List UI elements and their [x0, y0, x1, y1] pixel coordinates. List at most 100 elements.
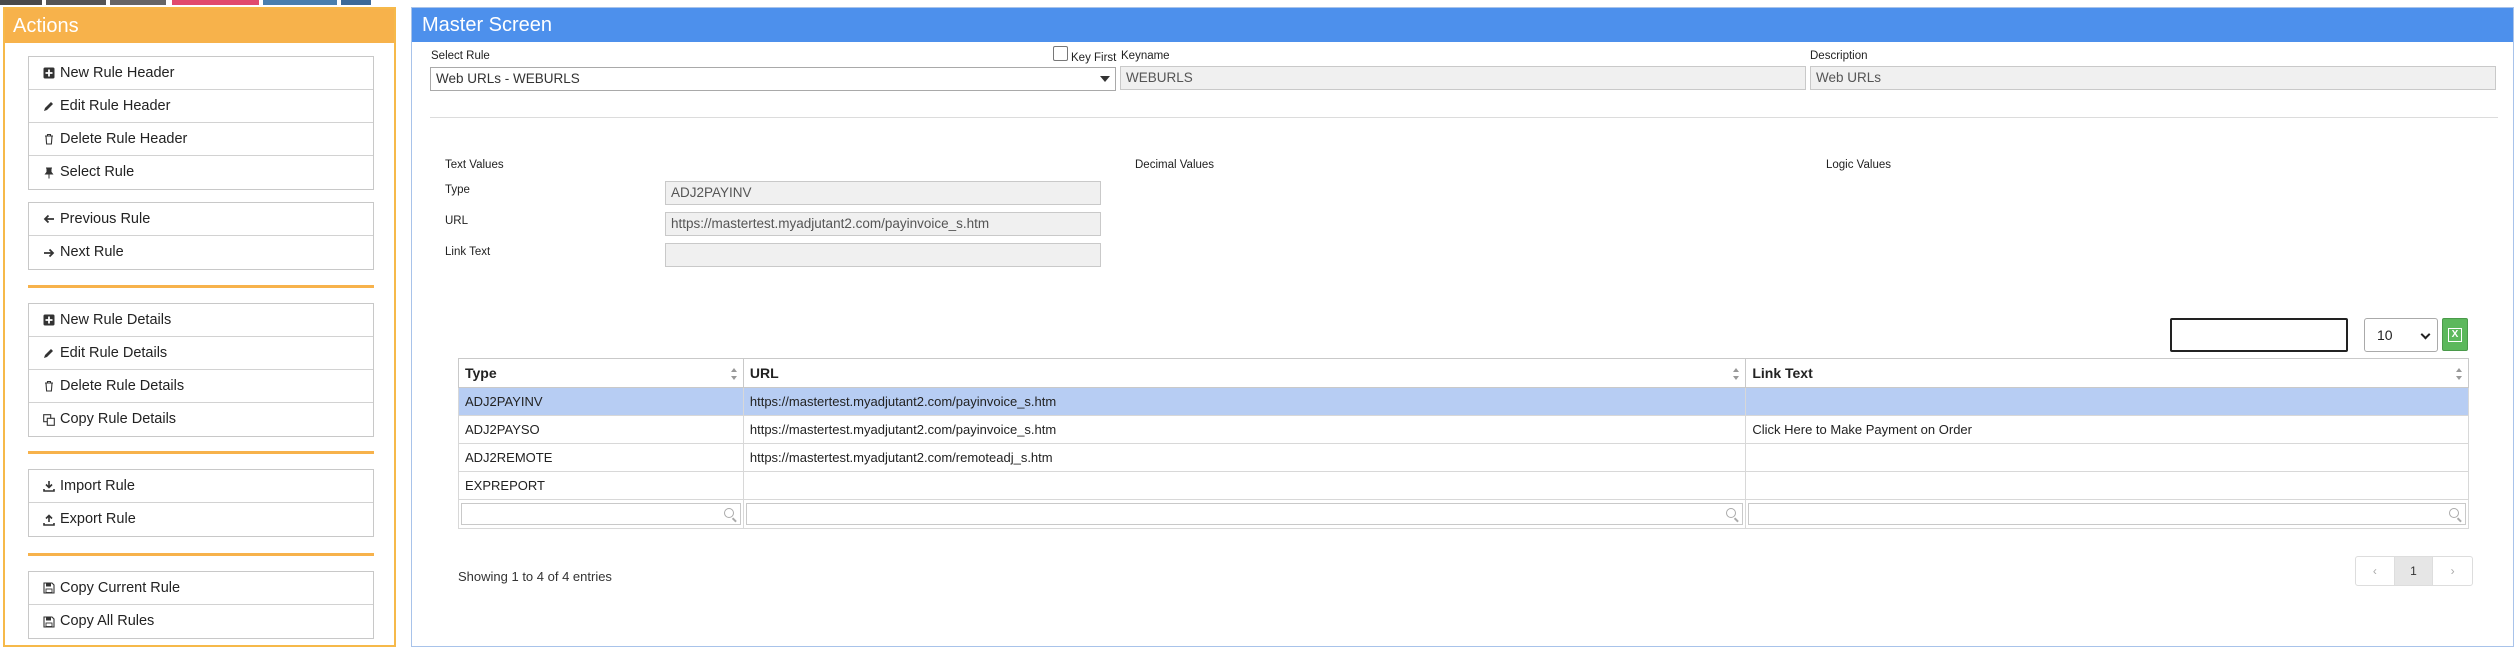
action-label: Next Rule: [60, 244, 124, 260]
filter-input-type[interactable]: [461, 503, 741, 525]
type-field[interactable]: ADJ2PAYINV: [665, 181, 1101, 205]
table-cell: ADJ2PAYINV: [458, 387, 744, 416]
description-field[interactable]: Web URLs: [1810, 66, 2496, 90]
column-header-url[interactable]: URL: [742, 358, 1747, 388]
filter-row: [458, 499, 2469, 529]
table-row[interactable]: EXPREPORT: [458, 471, 2469, 500]
actions-title: Actions: [5, 9, 394, 43]
previous-rule-button[interactable]: Previous Rule: [29, 203, 373, 236]
keyname-field[interactable]: WEBURLS: [1120, 66, 1806, 90]
action-label: New Rule Header: [60, 64, 175, 81]
sort-icon: [2456, 368, 2462, 380]
new-rule-header-button[interactable]: New Rule Header: [29, 57, 373, 90]
type-label: Type: [445, 184, 470, 196]
action-group-navigation: Previous Rule Next Rule: [28, 202, 374, 270]
divider: [430, 117, 2498, 118]
table-search-input[interactable]: [2170, 318, 2348, 352]
key-first-checkbox[interactable]: [1053, 46, 1068, 61]
download-icon: [43, 481, 55, 492]
copy-current-rule-button[interactable]: Copy Current Rule: [29, 572, 373, 605]
next-rule-button[interactable]: Next Rule: [29, 236, 373, 269]
action-label: Copy All Rules: [60, 613, 155, 629]
delete-rule-header-button[interactable]: Delete Rule Header: [29, 123, 373, 156]
chevron-down-icon: [1100, 76, 1110, 82]
delete-rule-details-button[interactable]: Delete Rule Details: [29, 370, 373, 403]
table-info: Showing 1 to 4 of 4 entries: [458, 569, 612, 584]
action-label: Delete Rule Details: [60, 377, 185, 394]
arrow-right-icon: [44, 248, 55, 257]
trash-icon: [45, 380, 53, 392]
table-cell: ADJ2REMOTE: [458, 443, 744, 472]
master-title: Master Screen: [412, 8, 2513, 42]
table-cell: [742, 471, 1747, 500]
edit-rule-details-button[interactable]: Edit Rule Details: [29, 337, 373, 370]
pagination-next[interactable]: ›: [2433, 557, 2472, 585]
top-tab[interactable]: [46, 0, 106, 5]
column-header-link-text[interactable]: Link Text: [1745, 358, 2469, 388]
table-row[interactable]: ADJ2PAYSO https://mastertest.myadjutant2…: [458, 415, 2469, 444]
export-rule-button[interactable]: Export Rule: [29, 503, 373, 536]
action-group-import-export: Import Rule Export Rule: [28, 469, 374, 537]
select-rule-button[interactable]: Select Rule: [29, 156, 373, 189]
filter-input-link-text[interactable]: [1748, 503, 2466, 525]
pagination: ‹ 1 ›: [2355, 556, 2473, 586]
url-field[interactable]: https://mastertest.myadjutant2.com/payin…: [665, 212, 1101, 236]
table-row[interactable]: ADJ2PAYINV https://mastertest.myadjutant…: [458, 387, 2469, 416]
page-length-select[interactable]: 10: [2364, 318, 2438, 352]
select-rule-value: Web URLs - WEBURLS: [436, 71, 580, 86]
edit-rule-header-button[interactable]: Edit Rule Header: [29, 90, 373, 123]
action-label: New Rule Details: [60, 311, 172, 328]
link-text-label: Link Text: [445, 246, 491, 258]
decimal-values-label: Decimal Values: [1135, 159, 1215, 171]
url-label: URL: [445, 215, 469, 227]
copy-icon: [43, 413, 55, 426]
save-icon: [43, 615, 55, 628]
top-tab[interactable]: [110, 0, 166, 5]
top-tab-strip: [0, 0, 400, 5]
new-rule-details-button[interactable]: New Rule Details: [29, 304, 373, 337]
copy-all-rules-button[interactable]: Copy All Rules: [29, 605, 373, 638]
keyname-label: Keyname: [1121, 50, 1170, 62]
action-group-details: New Rule Details Edit Rule Details Delet…: [28, 303, 374, 437]
table-cell: [1745, 471, 2469, 500]
table-cell: Click Here to Make Payment on Order: [1745, 415, 2469, 444]
sort-icon: [730, 368, 737, 380]
text-values-label: Text Values: [445, 159, 504, 171]
top-tab[interactable]: [263, 0, 337, 5]
top-tab[interactable]: [341, 0, 371, 5]
link-text-field[interactable]: [665, 243, 1101, 267]
table-row[interactable]: ADJ2REMOTE https://mastertest.myadjutant…: [458, 443, 2469, 472]
action-label: Select Rule: [60, 164, 135, 180]
export-excel-button[interactable]: X: [2442, 318, 2468, 351]
import-rule-button[interactable]: Import Rule: [29, 470, 373, 503]
action-label: Edit Rule Details: [60, 344, 168, 361]
select-rule-label: Select Rule: [431, 50, 490, 62]
table-cell: [1745, 387, 2469, 416]
action-label: Previous Rule: [60, 210, 151, 227]
action-label: Edit Rule Header: [60, 97, 171, 114]
save-icon: [43, 582, 55, 594]
pagination-previous[interactable]: ‹: [2356, 557, 2395, 585]
pagination-page-1[interactable]: 1: [2394, 557, 2434, 585]
chevron-down-icon: [2420, 329, 2431, 340]
page-length-value: 10: [2377, 327, 2393, 343]
table-header-row: Type URL Link Text: [458, 358, 2469, 388]
excel-icon: X: [2448, 327, 2462, 342]
logic-values-label: Logic Values: [1826, 159, 1891, 171]
upload-icon: [43, 513, 55, 526]
table-cell: EXPREPORT: [458, 471, 744, 500]
actions-panel: Actions New Rule Header Edit Rule Header…: [3, 7, 396, 647]
pin-icon: [44, 167, 54, 178]
action-label: Import Rule: [60, 477, 135, 494]
filter-input-url[interactable]: [745, 503, 1744, 525]
column-header-type[interactable]: Type: [458, 358, 744, 388]
select-rule-dropdown[interactable]: Web URLs - WEBURLS: [430, 67, 1116, 91]
top-tab[interactable]: [0, 0, 42, 5]
sort-icon: [1733, 368, 1740, 380]
copy-rule-details-button[interactable]: Copy Rule Details: [29, 403, 373, 436]
top-tab[interactable]: [172, 0, 259, 5]
action-group-header: New Rule Header Edit Rule Header Delete …: [28, 56, 374, 190]
description-label: Description: [1810, 50, 1868, 62]
action-label: Copy Rule Details: [60, 411, 177, 427]
action-label: Delete Rule Header: [60, 130, 188, 147]
